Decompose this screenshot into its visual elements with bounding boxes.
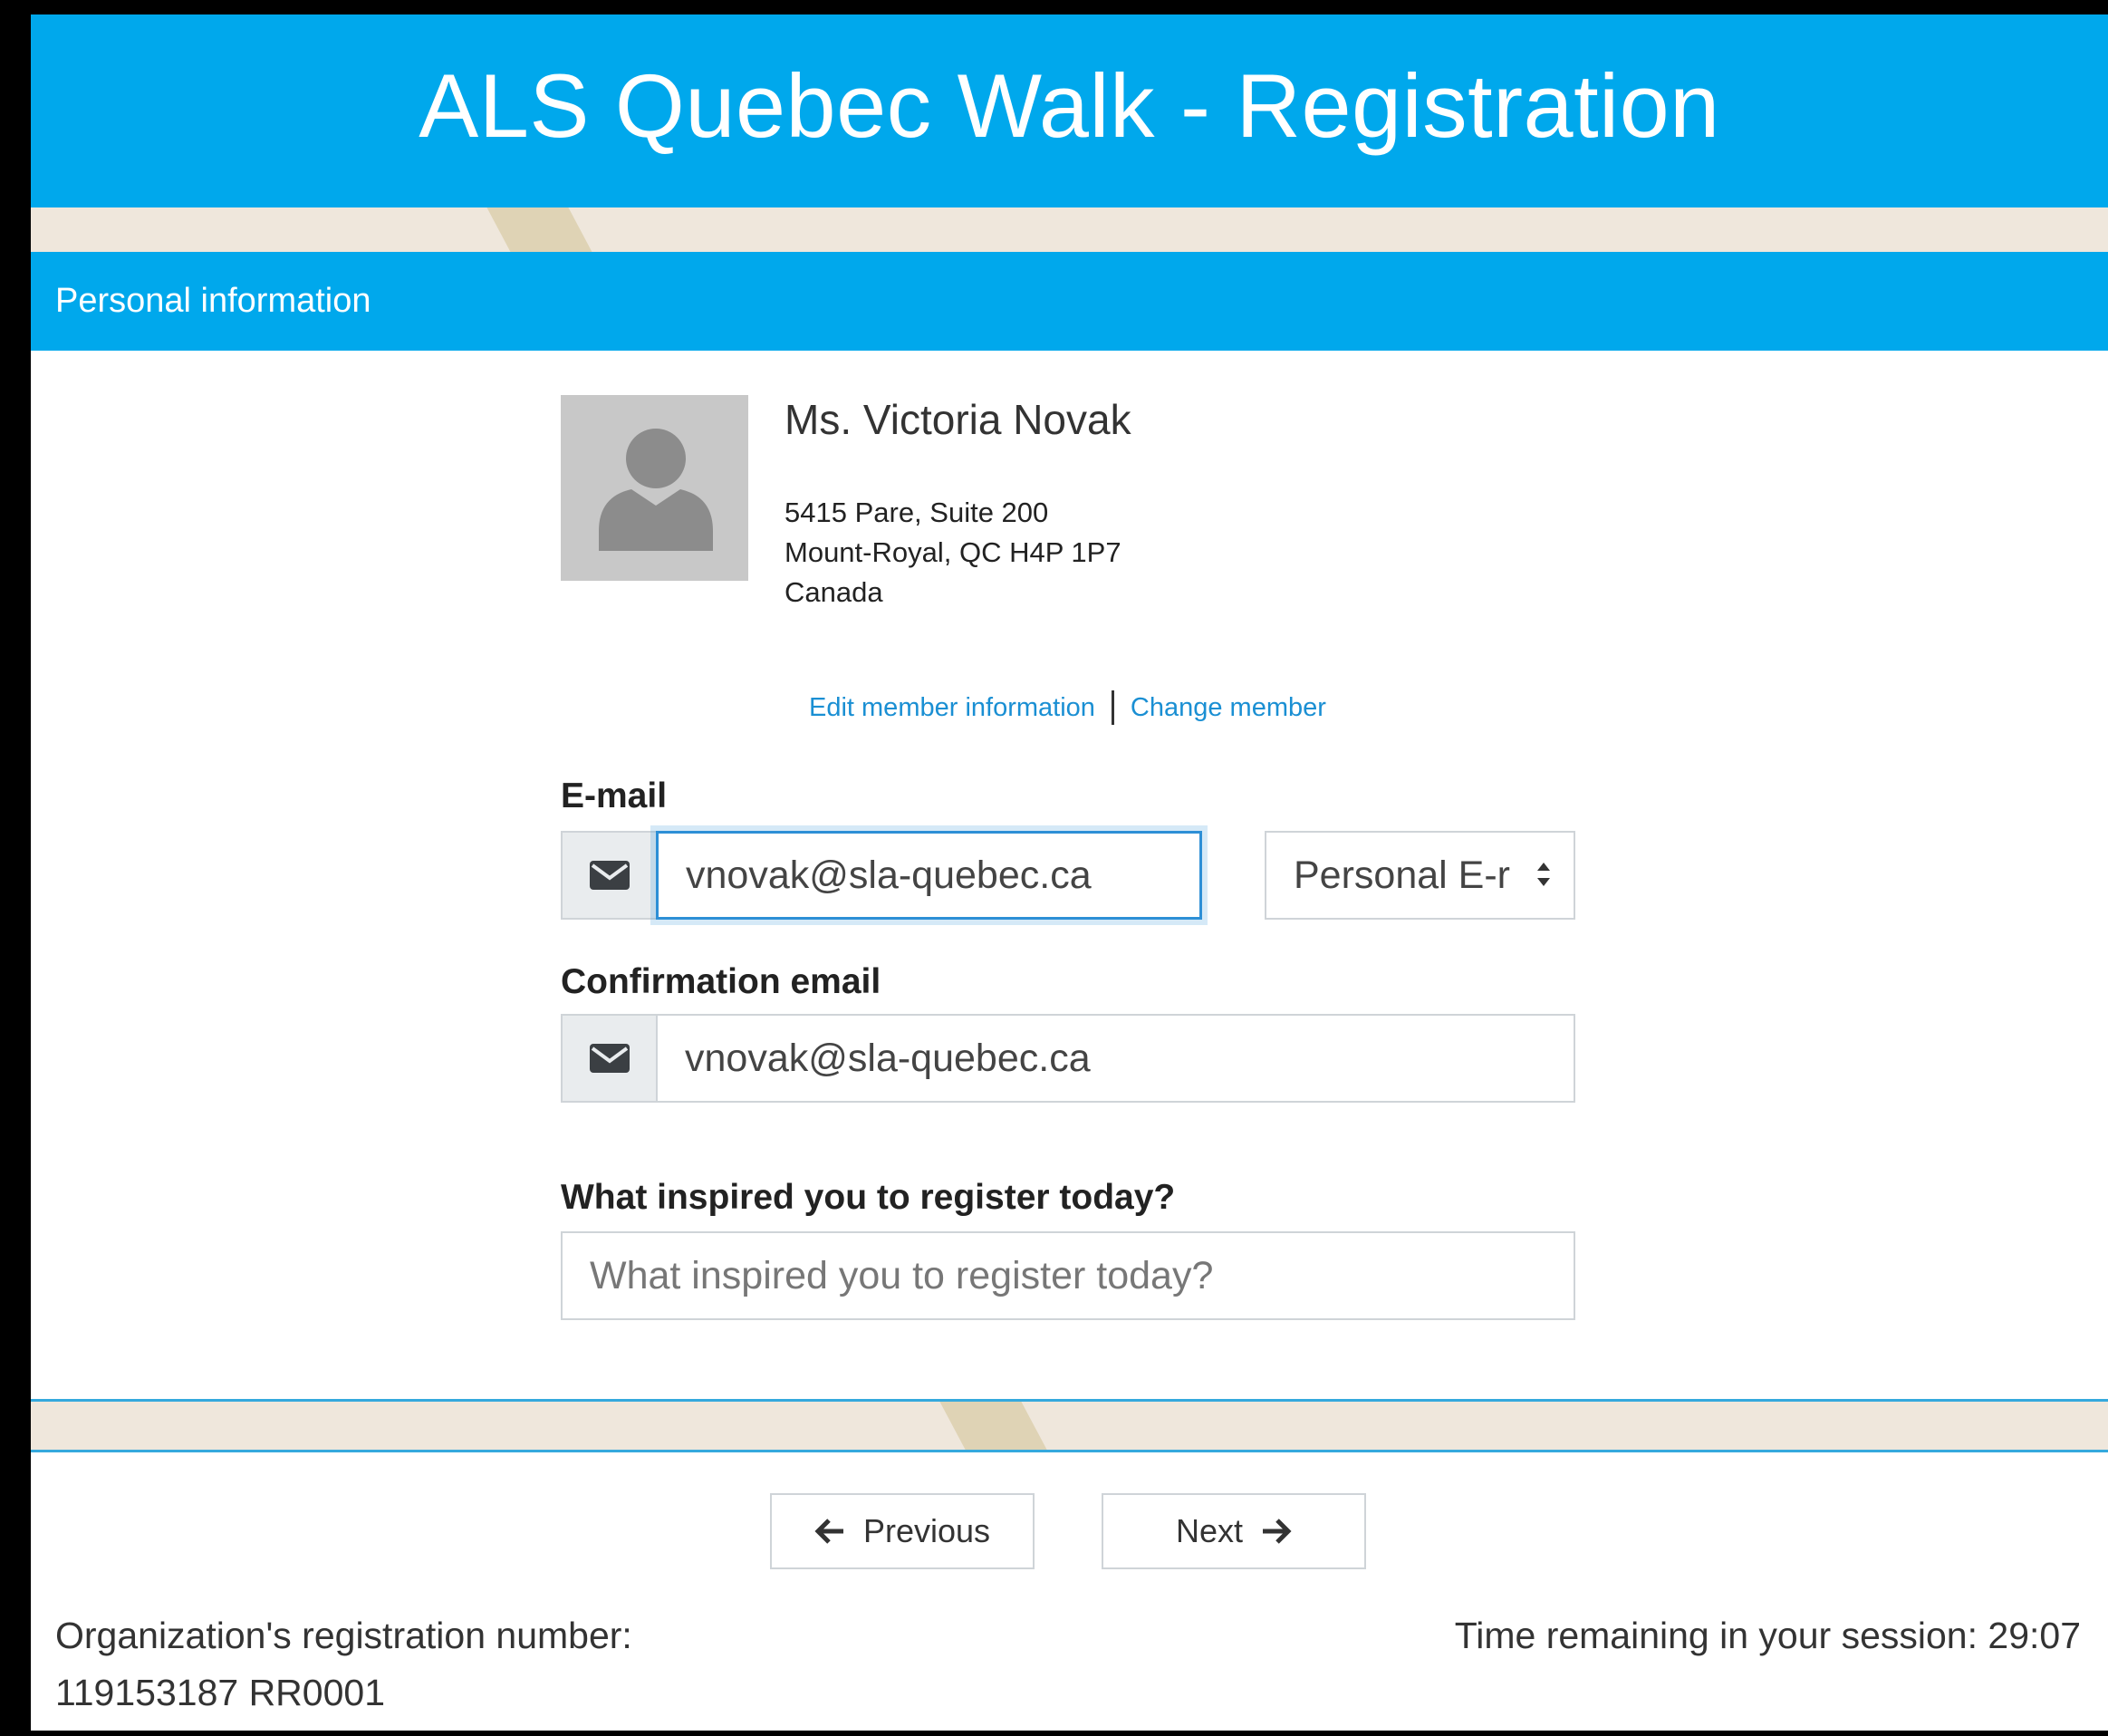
email-type-select[interactable]: Personal E-r <box>1265 831 1575 920</box>
previous-button[interactable]: Previous <box>770 1493 1035 1569</box>
address-line-3: Canada <box>784 576 883 608</box>
confirm-email-label: Confirmation email <box>561 962 881 1001</box>
registration-number-label: Organization's registration number: <box>55 1615 632 1656</box>
inspiration-field[interactable] <box>561 1231 1575 1320</box>
next-button[interactable]: Next <box>1102 1493 1366 1569</box>
stripe-diagonal <box>482 207 621 252</box>
next-label: Next <box>1175 1512 1244 1549</box>
registration-number: 119153187 RR0001 <box>55 1672 385 1713</box>
edit-member-link[interactable]: Edit member information <box>809 693 1095 723</box>
page-title: ALS Quebec Walk - Registration <box>419 54 1720 156</box>
session-timer-value: 29:07 <box>1988 1615 2081 1656</box>
email-type-value: Personal E-r <box>1294 853 1510 897</box>
link-separator <box>1111 690 1114 725</box>
section-header: Personal information <box>31 252 2108 351</box>
email-label: E-mail <box>561 776 668 815</box>
session-timer-label: Time remaining in your session: <box>1454 1615 1978 1656</box>
window-frame-left <box>0 0 31 1736</box>
envelope-icon <box>589 1044 630 1073</box>
member-name: Ms. Victoria Novak <box>784 396 1131 443</box>
avatar <box>561 395 748 581</box>
envelope-icon <box>589 861 630 890</box>
window-frame-top <box>0 0 2108 14</box>
confirm-email-field[interactable] <box>656 1014 1575 1103</box>
previous-label: Previous <box>862 1512 991 1549</box>
address-line-1: 5415 Pare, Suite 200 <box>784 497 1049 528</box>
section-title: Personal information <box>55 282 371 320</box>
session-timer: Time remaining in your session: 29:07 <box>1455 1615 2081 1657</box>
arrow-right-icon <box>1263 1519 1292 1544</box>
email-input-group <box>561 831 1202 920</box>
stripe-diagonal <box>935 1402 1074 1450</box>
address-line-2: Mount-Royal, QC H4P 1P7 <box>784 536 1121 568</box>
confirm-email-addon <box>561 1014 656 1103</box>
confirm-email-input-group <box>561 1014 1575 1103</box>
select-arrows-icon <box>1537 863 1550 886</box>
page-header: ALS Quebec Walk - Registration <box>31 14 2108 207</box>
member-links: Edit member information Change member <box>809 690 1326 725</box>
change-member-link[interactable]: Change member <box>1131 693 1326 723</box>
inspiration-label: What inspired you to register today? <box>561 1178 1176 1217</box>
email-addon <box>561 831 656 920</box>
user-silhouette-icon <box>599 429 713 551</box>
arrow-left-icon <box>814 1519 843 1544</box>
window-frame-bottom <box>0 1731 2108 1736</box>
email-field[interactable] <box>656 831 1202 920</box>
decorative-stripe-top <box>31 207 2108 252</box>
decorative-stripe-bottom <box>31 1399 2108 1452</box>
